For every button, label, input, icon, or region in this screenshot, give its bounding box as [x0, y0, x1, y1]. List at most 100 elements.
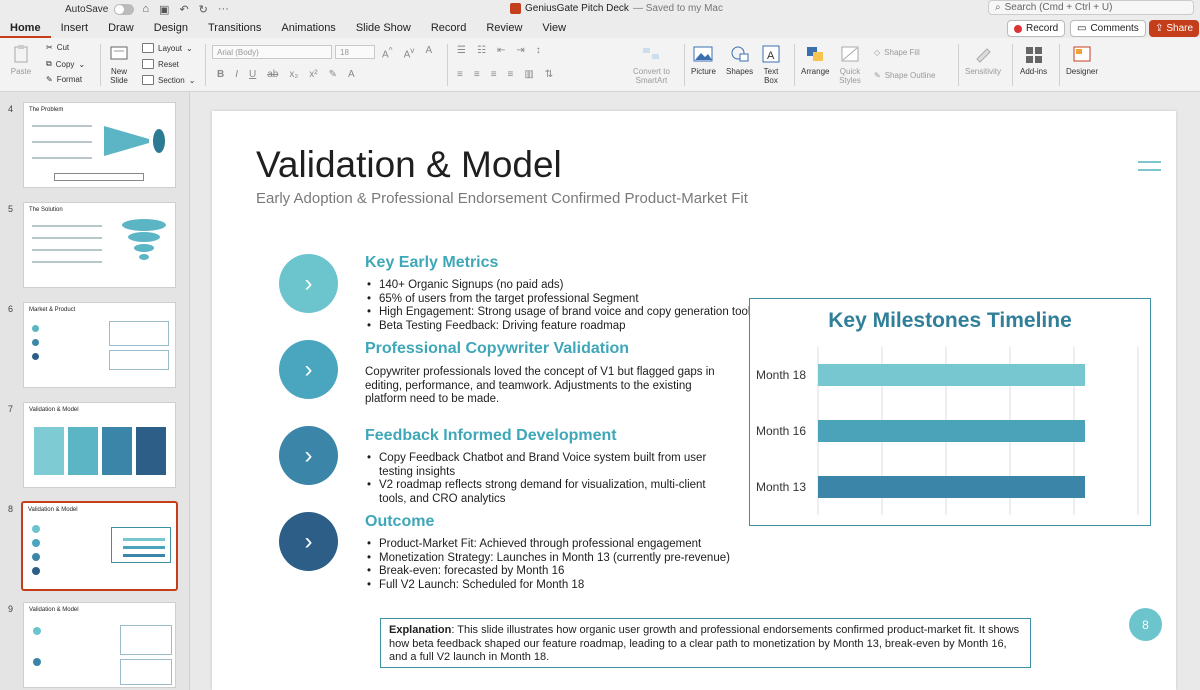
numbering-icon[interactable]: ☷: [477, 45, 486, 56]
align-left-icon[interactable]: ≡: [457, 69, 463, 80]
shape-fill-label: Shape Fill: [884, 48, 920, 57]
slide-thumbnail-7[interactable]: Validation & Model: [23, 402, 176, 488]
metrics-list[interactable]: 140+ Organic Signups (no paid ads) 65% o…: [365, 279, 756, 333]
shapes-button[interactable]: Shapes: [726, 44, 753, 76]
vertical-scrollbar[interactable]: [1180, 98, 1188, 686]
add-ins-button[interactable]: Add-ins: [1020, 44, 1047, 76]
add-ins-icon: [1025, 47, 1042, 63]
paste-button[interactable]: Paste: [10, 44, 32, 76]
tab-view[interactable]: View: [532, 18, 576, 38]
columns-icon[interactable]: ▥: [524, 69, 533, 80]
comments-button[interactable]: ▭ Comments: [1070, 20, 1146, 37]
shrink-font-icon[interactable]: Av: [404, 45, 415, 60]
search-field[interactable]: ⌕ Search (Cmd + Ctrl + U): [988, 0, 1194, 15]
align-center-icon[interactable]: ≡: [474, 69, 480, 80]
quick-styles-button[interactable]: Quick Styles: [839, 44, 861, 85]
slide-thumbnail-5[interactable]: The Solution: [23, 202, 176, 288]
thumb-number: 6: [8, 304, 14, 314]
font-color-icon[interactable]: A: [348, 69, 355, 80]
outcome-list[interactable]: Product-Market Fit: Achieved through pro…: [365, 538, 730, 592]
copy-label: Copy: [55, 59, 75, 69]
share-button[interactable]: ⇪ Share: [1149, 20, 1199, 37]
grow-font-icon[interactable]: A^: [382, 45, 393, 60]
section-heading-development[interactable]: Feedback Informed Development: [365, 427, 617, 445]
bar-month-18[interactable]: [818, 364, 1085, 386]
document-name: GeniusGate Pitch Deck: [525, 3, 629, 14]
slide-canvas[interactable]: Validation & Model Early Adoption & Prof…: [212, 111, 1176, 690]
record-button[interactable]: Record: [1007, 20, 1066, 37]
more-icon[interactable]: ···: [218, 3, 229, 16]
tab-animations[interactable]: Animations: [271, 18, 345, 38]
slide-title[interactable]: Validation & Model: [256, 144, 562, 186]
bullets-icon[interactable]: ☰: [457, 45, 466, 56]
text-box-button[interactable]: A Text Box: [760, 44, 782, 85]
milestones-chart[interactable]: Key Milestones Timeline Month 18 Month 16…: [749, 298, 1151, 526]
cut-button[interactable]: ✂ Cut: [46, 43, 69, 52]
line-spacing-icon[interactable]: ↕: [536, 45, 541, 56]
section-heading-outcome[interactable]: Outcome: [365, 513, 434, 531]
document-title[interactable]: GeniusGate Pitch Deck — Saved to my Mac: [510, 3, 723, 14]
subscript-icon[interactable]: x₂: [289, 69, 298, 80]
picture-button[interactable]: Picture: [691, 44, 716, 76]
undo-icon[interactable]: ↶: [179, 3, 188, 16]
convert-smartart-button[interactable]: Convert to SmartArt: [633, 44, 670, 85]
section-button[interactable]: Section ⌄: [142, 75, 195, 85]
highlight-icon[interactable]: ✎: [329, 69, 337, 80]
tab-insert[interactable]: Insert: [51, 18, 99, 38]
slide-thumbnail-6[interactable]: Market & Product: [23, 302, 176, 388]
outdent-icon[interactable]: ⇤: [497, 45, 505, 56]
section-heading-metrics[interactable]: Key Early Metrics: [365, 254, 498, 272]
tab-slide-show[interactable]: Slide Show: [346, 18, 421, 38]
tab-record[interactable]: Record: [421, 18, 476, 38]
list-controls: ☰ ☷ ⇤ ⇥ ↕: [457, 45, 541, 56]
thumb-number: 9: [8, 604, 14, 614]
tab-transitions[interactable]: Transitions: [198, 18, 271, 38]
indent-icon[interactable]: ⇥: [516, 45, 524, 56]
slide-thumbnail-8[interactable]: Validation & Model: [21, 501, 178, 591]
development-list[interactable]: Copy Feedback Chatbot and Brand Voice sy…: [365, 452, 725, 506]
tab-draw[interactable]: Draw: [98, 18, 144, 38]
slide-thumbnail-9[interactable]: Validation & Model: [23, 602, 176, 688]
font-name-select[interactable]: Arial (Body): [212, 45, 332, 59]
bold-icon[interactable]: B: [217, 69, 224, 80]
copy-button[interactable]: ⧉ Copy ⌄: [46, 59, 85, 69]
shape-outline-button[interactable]: ✎ Shape Outline: [874, 71, 935, 80]
shape-fill-button[interactable]: ◇ Shape Fill: [874, 48, 920, 57]
bar-month-13[interactable]: [818, 476, 1085, 498]
justify-icon[interactable]: ≡: [508, 69, 514, 80]
slide-subtitle[interactable]: Early Adoption & Professional Endorsemen…: [256, 190, 748, 207]
font-size-select[interactable]: 18: [335, 45, 375, 59]
autosave-toggle[interactable]: [114, 3, 135, 15]
svg-text:A: A: [767, 50, 775, 62]
tab-design[interactable]: Design: [144, 18, 198, 38]
validation-text[interactable]: Copywriter professionals loved the conce…: [365, 366, 735, 407]
designer-button[interactable]: Designer: [1066, 44, 1098, 76]
smartart-icon: [643, 48, 660, 59]
explanation-box[interactable]: Explanation: This slide illustrates how …: [380, 618, 1031, 668]
arrange-button[interactable]: Arrange: [801, 44, 829, 76]
slide-thumbnail-4[interactable]: The Problem: [23, 102, 176, 188]
home-icon[interactable]: ⌂: [142, 3, 149, 16]
clear-format-icon[interactable]: A: [425, 45, 432, 60]
redo-icon[interactable]: ↻: [199, 3, 208, 16]
tab-review[interactable]: Review: [476, 18, 532, 38]
align-right-icon[interactable]: ≡: [491, 69, 497, 80]
section-heading-validation[interactable]: Professional Copywriter Validation: [365, 340, 629, 358]
save-icon[interactable]: ▣: [159, 3, 169, 16]
reset-button[interactable]: Reset: [142, 59, 179, 69]
strikethrough-icon[interactable]: ab: [267, 69, 278, 80]
tab-home[interactable]: Home: [0, 18, 51, 38]
new-slide-button[interactable]: New Slide: [108, 44, 130, 85]
align-controls: ≡ ≡ ≡ ≡ ▥ ⇅: [457, 69, 553, 80]
italic-icon[interactable]: I: [235, 69, 238, 80]
ribbon: Paste ✂ Cut ⧉ Copy ⌄ ✎ Format New Slide Layo…: [0, 38, 1200, 92]
text-direction-icon[interactable]: ⇅: [545, 69, 553, 80]
underline-icon[interactable]: U: [249, 69, 256, 80]
thumb-title: The Solution: [29, 207, 63, 213]
format-painter-button[interactable]: ✎ Format: [46, 75, 82, 84]
shape-outline-label: Shape Outline: [884, 71, 936, 80]
bar-month-16[interactable]: [818, 420, 1085, 442]
superscript-icon[interactable]: x²: [309, 69, 317, 80]
layout-button[interactable]: Layout ⌄: [142, 43, 193, 53]
sensitivity-button[interactable]: Sensitivity: [965, 44, 1001, 76]
